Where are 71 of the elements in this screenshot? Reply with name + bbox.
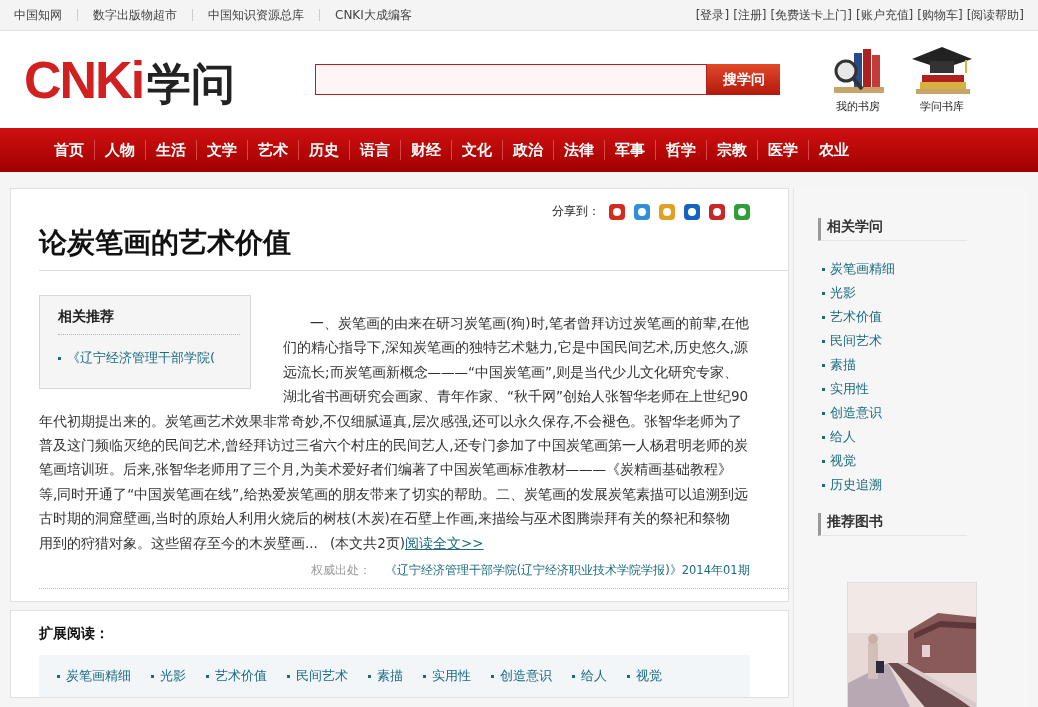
article-text: 一、炭笔画的由来在研习炭笔画(狗)时,笔者曾拜访过炭笔画的前辈,在他们的精心指导下,深知炭笔画的独特艺术魅力,它是中国民间艺术,历史悠久,源远流长;而炭笔画新概念———“中国炭笔画”,则是当代少儿文化研究专家、湖北省书画研究会画家、青年作家、“秋千网”创始人张智华老师在上世纪90 <box>283 314 750 407</box>
recommend-title: 相关推荐 <box>58 308 240 335</box>
top-link[interactable]: [登录] <box>695 6 730 24</box>
logo-letters: CNKi <box>24 53 144 106</box>
top-link[interactable]: 数字出版物超市 <box>93 6 177 24</box>
nav-link[interactable]: 军事 <box>605 140 655 160</box>
top-link[interactable]: [阅读帮助] <box>966 6 1024 24</box>
tag-link[interactable]: 艺术价值 <box>215 667 267 686</box>
graduation-cap-icon[interactable] <box>910 45 974 97</box>
tag-link[interactable]: 视觉 <box>636 667 662 686</box>
article-title: 论炭笔画的艺术价值 <box>39 224 788 271</box>
related-link[interactable]: 民间艺术 <box>829 332 882 350</box>
related-link[interactable]: 素描 <box>829 356 856 374</box>
nav-link[interactable]: 宗教 <box>707 140 757 160</box>
tag-link[interactable]: 民间艺术 <box>296 667 348 686</box>
share-icon[interactable] <box>608 203 625 220</box>
nav-link[interactable]: 艺术 <box>248 140 298 160</box>
article-text: 用到的狩猎对象。这些留存至今的木炭壁画... <box>39 533 318 553</box>
related-link[interactable]: 光影 <box>829 284 856 302</box>
extended-reading-title: 扩展阅读： <box>39 625 110 644</box>
nav-link[interactable]: 生活 <box>146 140 196 160</box>
share-label: 分享到： <box>551 203 600 220</box>
share-icon[interactable] <box>633 203 650 220</box>
nav-link[interactable]: 医学 <box>758 140 808 160</box>
nav-link[interactable]: 财经 <box>401 140 451 160</box>
top-link[interactable]: [注册] <box>733 6 767 24</box>
related-link[interactable]: 炭笔画精细 <box>829 260 895 278</box>
tag-link[interactable]: 光影 <box>160 667 186 686</box>
shortcut-label[interactable]: 我的书房 <box>836 99 880 114</box>
source-label: 权威出处： <box>310 563 371 578</box>
related-link[interactable]: 视觉 <box>829 452 856 470</box>
nav-link[interactable]: 首页 <box>44 140 94 160</box>
page-count: (本文共2页) <box>329 533 405 553</box>
share-icon[interactable] <box>733 203 750 220</box>
search-field[interactable] <box>315 64 707 95</box>
top-link[interactable]: [购物车] <box>917 6 963 24</box>
shortcut-label[interactable]: 学问书库 <box>920 99 964 114</box>
read-more-link[interactable]: 阅读全文>> <box>405 530 484 556</box>
nav-link[interactable]: 农业 <box>809 140 859 160</box>
nav-link[interactable]: 法律 <box>554 140 604 160</box>
nav-link[interactable]: 人物 <box>95 140 145 160</box>
logo-word: 学问 <box>147 61 236 106</box>
source-link[interactable]: 《辽宁经济管理干部学院(辽宁经济职业技术学院学报)》2014年01期 <box>384 563 750 578</box>
top-link[interactable]: [账户充值] <box>855 6 914 24</box>
related-link[interactable]: 历史追溯 <box>829 476 882 494</box>
nav-link[interactable]: 历史 <box>299 140 349 160</box>
nav-link[interactable]: 语言 <box>350 140 400 160</box>
top-link[interactable]: 中国知识资源总库 <box>208 6 304 24</box>
nav-link[interactable]: 哲学 <box>656 140 706 160</box>
tag-link[interactable]: 实用性 <box>432 667 471 686</box>
tag-link[interactable]: 给人 <box>581 667 607 686</box>
related-link[interactable]: 艺术价值 <box>829 308 882 326</box>
related-link[interactable]: 给人 <box>829 428 856 446</box>
top-link[interactable]: 中国知网 <box>14 6 62 24</box>
section-heading: 相关学问 <box>817 218 967 241</box>
recommend-link[interactable]: 《辽宁经济管理干部学院( <box>67 349 216 367</box>
tag-link[interactable]: 炭笔画精细 <box>66 667 131 686</box>
tag-link[interactable]: 创造意识 <box>500 667 552 686</box>
nav-link[interactable]: 政治 <box>503 140 553 160</box>
share-icon[interactable] <box>708 203 725 220</box>
search-button[interactable]: 搜学问 <box>707 64 780 95</box>
share-icon[interactable] <box>683 203 700 220</box>
related-link[interactable]: 实用性 <box>829 380 869 398</box>
article-text: 年代初期提出来的。炭笔画艺术效果非常奇妙,不仅细腻逼真,层次感强,还可以永久保存,不会褪色。张智华老师为了普及这门频临灭绝的民间艺术,曾经拜访过三省六个村庄的民间艺人,还专门参加了中国炭笔画第一人杨君明老师的炭笔画培训班。后来,张智华老师用了三个月,为美术爱好者们编著了中国炭笔画标准教材———《炭精画基础教程》等,同时开通了“中国炭笔画在线”,给热爱炭笔画的朋友带来了切实的帮助。二、炭笔画的发展炭笔素描可以追溯到远古时期的洞窟壁画,当时的原始人利用火烧后的树枝(木炭)在石壁上作画,来描绘与巫术图腾崇拜有关的祭祀和祭物 <box>39 411 749 529</box>
section-heading: 推荐图书 <box>817 513 967 536</box>
nav-link[interactable]: 文化 <box>452 140 502 160</box>
nav-link[interactable]: 文学 <box>197 140 247 160</box>
tag-link[interactable]: 素描 <box>377 667 403 686</box>
related-link[interactable]: 创造意识 <box>829 404 882 422</box>
top-link[interactable]: [免费送卡上门] <box>770 6 852 24</box>
top-link[interactable]: CNKI大成编客 <box>335 6 412 24</box>
